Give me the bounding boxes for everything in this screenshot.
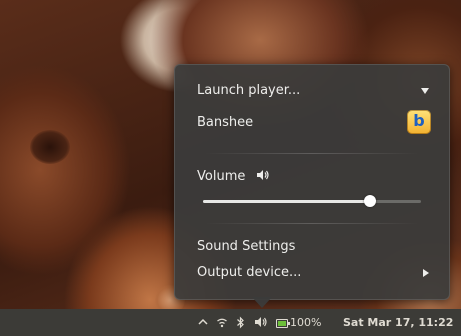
output-device-label: Output device...: [197, 265, 302, 280]
menu-pointer-arrow: [252, 297, 272, 308]
coffee-bean-groove: [30, 130, 70, 164]
top-panel: 100% Sat Mar 17, 11:22: [0, 309, 461, 336]
volume-header: Volume: [197, 167, 429, 187]
submenu-arrow-icon: [423, 269, 429, 277]
battery-icon[interactable]: [276, 319, 290, 328]
clock[interactable]: Sat Mar 17, 11:22: [343, 309, 453, 336]
launch-player-item[interactable]: Launch player...: [197, 81, 429, 101]
menu-separator: [205, 153, 419, 154]
player-name: Banshee: [197, 115, 254, 130]
sound-settings-label: Sound Settings: [197, 239, 296, 254]
sound-settings-item[interactable]: Sound Settings: [197, 237, 429, 257]
launch-player-label: Launch player...: [197, 83, 301, 98]
dropdown-arrow-icon: [421, 88, 429, 94]
sound-menu: Launch player... Banshee b Volume Sound …: [174, 64, 450, 300]
wifi-icon[interactable]: [216, 316, 228, 331]
volume-slider-handle[interactable]: [363, 195, 376, 207]
battery-percent[interactable]: 100%: [290, 309, 321, 336]
output-device-item[interactable]: Output device...: [197, 263, 429, 283]
chevron-up-icon[interactable]: [198, 316, 208, 331]
volume-icon[interactable]: [254, 316, 268, 331]
menu-separator: [205, 223, 419, 224]
banshee-icon: b: [407, 110, 431, 134]
volume-slider[interactable]: [203, 195, 421, 207]
volume-slider-fill: [203, 200, 370, 203]
bluetooth-icon[interactable]: [236, 316, 245, 332]
speaker-icon: [256, 169, 270, 181]
banshee-player-item[interactable]: Banshee b: [197, 110, 431, 134]
volume-label: Volume: [197, 169, 246, 184]
